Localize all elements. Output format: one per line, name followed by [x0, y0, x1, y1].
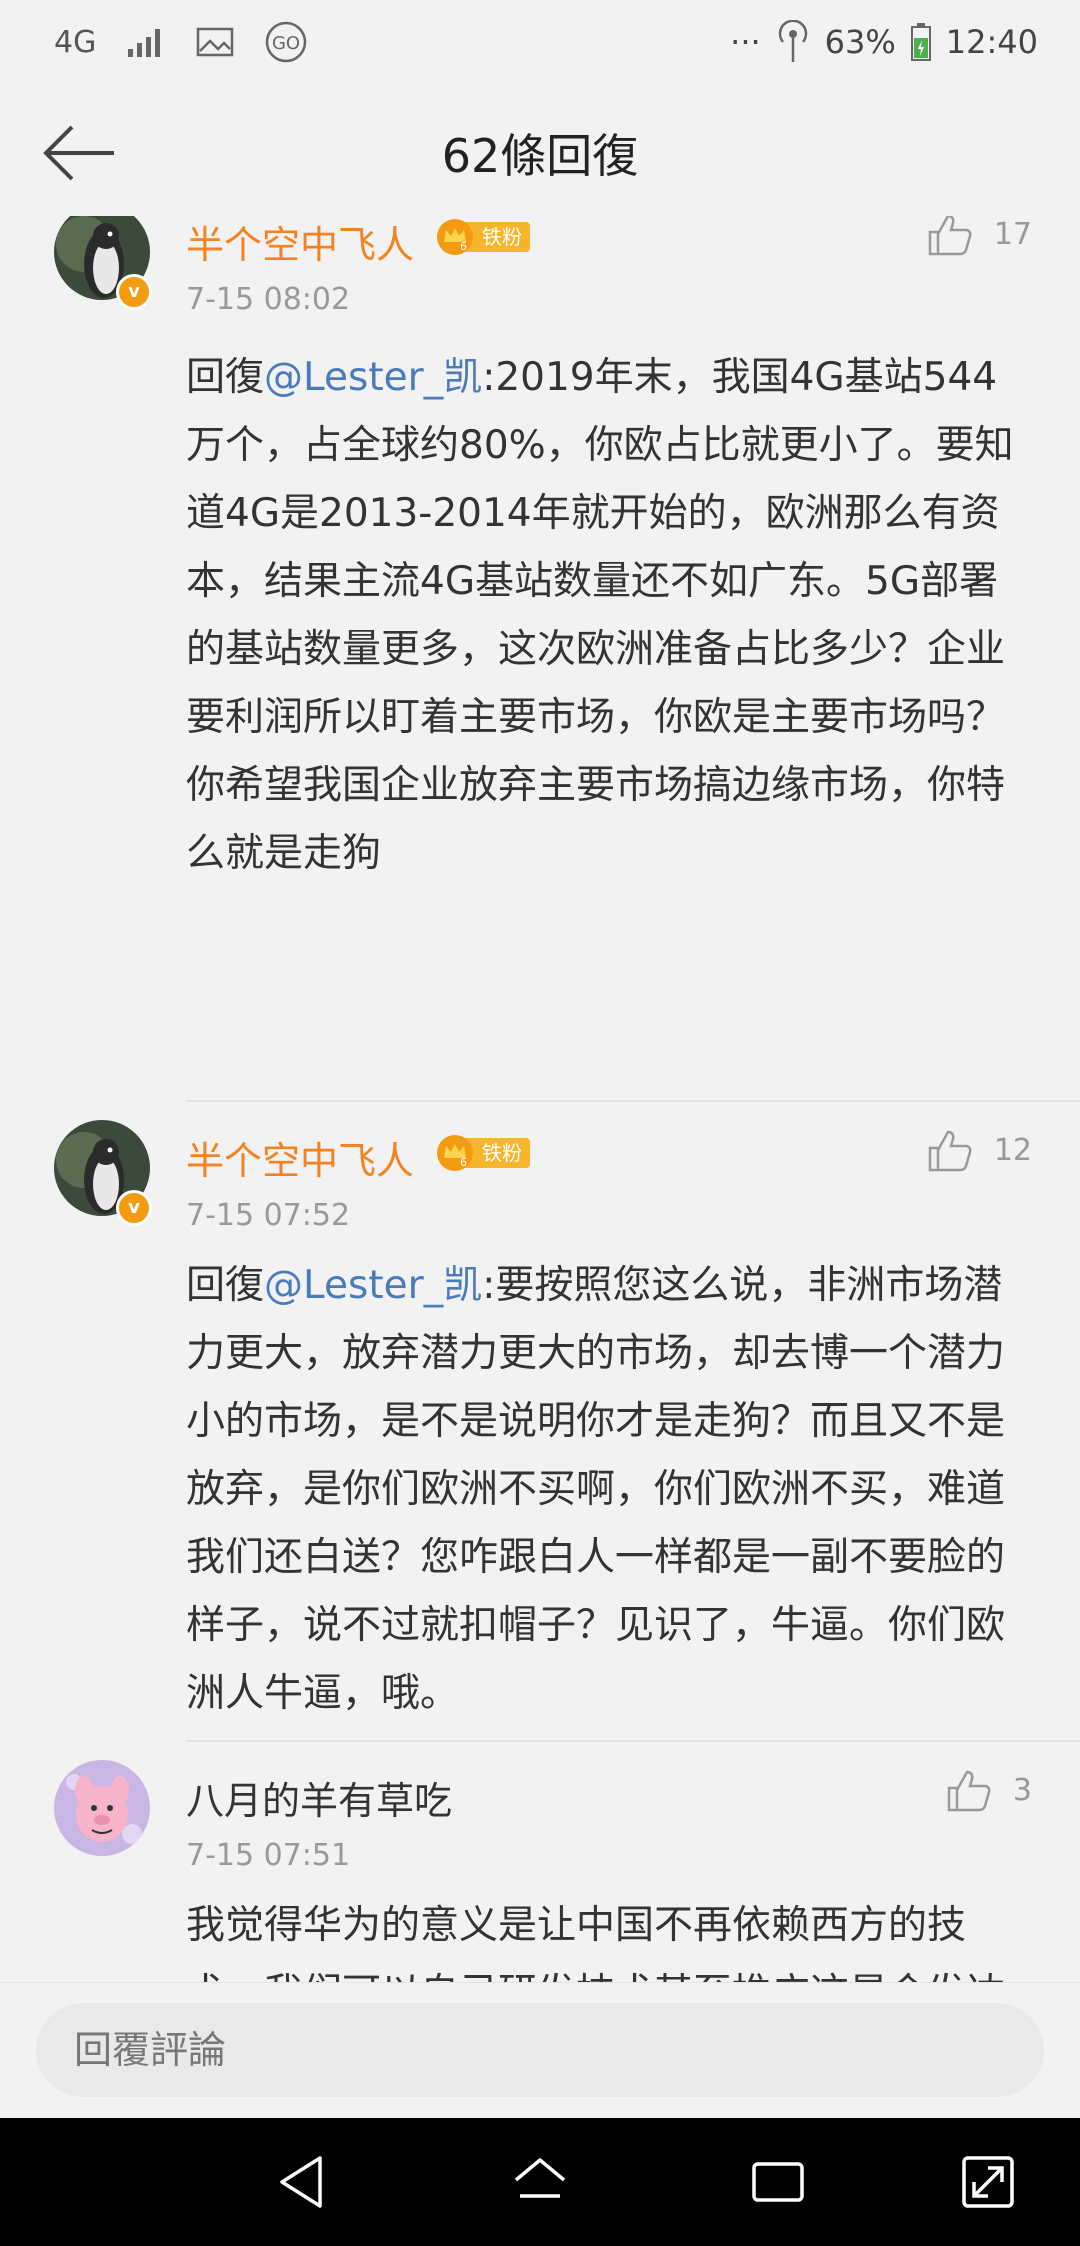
reply-prefix: 回復 — [186, 1263, 265, 1308]
comment-username[interactable]: 半个空中飞人 — [186, 1130, 414, 1185]
like-button[interactable]: 17 — [926, 216, 1032, 256]
crown-icon: 6 — [437, 1135, 473, 1171]
like-count: 3 — [1012, 1772, 1032, 1808]
comment-username[interactable]: 八月的羊有草吃 — [186, 1770, 452, 1825]
comment-text: 回復@Lester_凯:要按照您这么说，非洲市场潜力更大，放弃潜力更大的市场，却… — [186, 1252, 1036, 1728]
status-bar: 4G GO ··· 63% 12:40 — [0, 0, 1080, 90]
crown-icon: 6 — [437, 219, 473, 255]
mention-link[interactable]: @Lester_凯 — [264, 355, 482, 400]
reply-bar: 回覆評論 — [0, 1982, 1080, 2119]
comment-time: 7-15 08:02 — [186, 282, 351, 317]
status-icons-left: 4G GO — [54, 20, 308, 64]
like-button[interactable]: 12 — [926, 1128, 1032, 1172]
comment-body: :要按照您这么说，非洲市场潜力更大，放弃潜力更大的市场，却去博一个潜力小的市场，… — [186, 1263, 1006, 1716]
reply-input[interactable]: 回覆評論 — [36, 2003, 1044, 2097]
battery-percent: 63% — [824, 23, 896, 61]
comment-text: 我觉得华为的意义是让中国不再依赖西方的技术，我们可以自己研发技术甚至推广这是令发… — [186, 1892, 1036, 1982]
comment-item: v 半个空中飞人 6 铁粉 17 7-15 08:02 回復@Lester_凯:… — [0, 216, 1080, 1102]
comment-time: 7-15 07:52 — [186, 1198, 351, 1233]
clock: 12:40 — [945, 23, 1038, 61]
comment-username[interactable]: 半个空中飞人 — [186, 216, 414, 269]
thumbs-up-icon — [928, 216, 972, 256]
like-count: 12 — [993, 1132, 1032, 1168]
back-triangle-icon[interactable] — [272, 2152, 332, 2212]
comment-time: 7-15 07:51 — [186, 1838, 351, 1873]
battery-icon — [910, 23, 931, 61]
recent-apps-icon[interactable] — [748, 2152, 808, 2212]
comment-item: 八月的羊有草吃 3 7-15 07:51 我觉得华为的意义是让中国不再依赖西方的… — [0, 1742, 1080, 1982]
status-icons-right: ··· 63% 12:40 — [730, 20, 1038, 64]
thumbs-up-icon — [928, 1130, 972, 1172]
comment-text: 回復@Lester_凯:2019年末，我国4G基站544万个，占全球约80%，你… — [186, 344, 1036, 888]
mention-link[interactable]: @Lester_凯 — [264, 1263, 482, 1308]
hotspot-icon — [778, 20, 807, 62]
svg-text:GO: GO — [272, 33, 300, 54]
comment-body: :2019年末，我国4G基站544万个，占全球约80%，你欧占比就更小了。要知道… — [186, 355, 1014, 876]
system-nav-bar — [0, 2118, 1080, 2246]
svg-text:6: 6 — [460, 240, 467, 253]
fan-badge: 6 铁粉 — [436, 218, 530, 256]
more-indicator: ··· — [730, 23, 761, 61]
comment-list[interactable]: v 半个空中飞人 6 铁粉 17 7-15 08:02 回復@Lester_凯:… — [0, 216, 1080, 1982]
signal-icon — [128, 29, 161, 57]
home-icon[interactable] — [510, 2152, 570, 2212]
title-bar: 62條回復 — [0, 90, 1080, 217]
expand-screen-icon[interactable] — [958, 2152, 1018, 2212]
thumbs-up-icon — [947, 1770, 991, 1812]
svg-text:6: 6 — [460, 1156, 467, 1169]
like-count: 17 — [993, 216, 1032, 252]
like-button[interactable]: 3 — [945, 1768, 1032, 1812]
reply-prefix: 回復 — [186, 355, 265, 400]
image-icon — [197, 27, 234, 57]
avatar[interactable] — [54, 1760, 150, 1856]
go-icon: GO — [266, 21, 307, 63]
comment-item: v 半个空中飞人 6 铁粉 12 7-15 07:52 回復@Lester_凯:… — [0, 1102, 1080, 1742]
network-type: 4G — [54, 24, 97, 60]
fan-badge: 6 铁粉 — [436, 1134, 530, 1172]
comment-body: 我觉得华为的意义是让中国不再依赖西方的技术，我们可以自己研发技术甚至推广这是令发… — [186, 1903, 1005, 1982]
verified-badge-icon: v — [116, 274, 152, 310]
page-title: 62條回復 — [441, 129, 639, 183]
verified-badge-icon: v — [116, 1190, 152, 1226]
piglet-avatar-icon — [54, 1760, 150, 1856]
